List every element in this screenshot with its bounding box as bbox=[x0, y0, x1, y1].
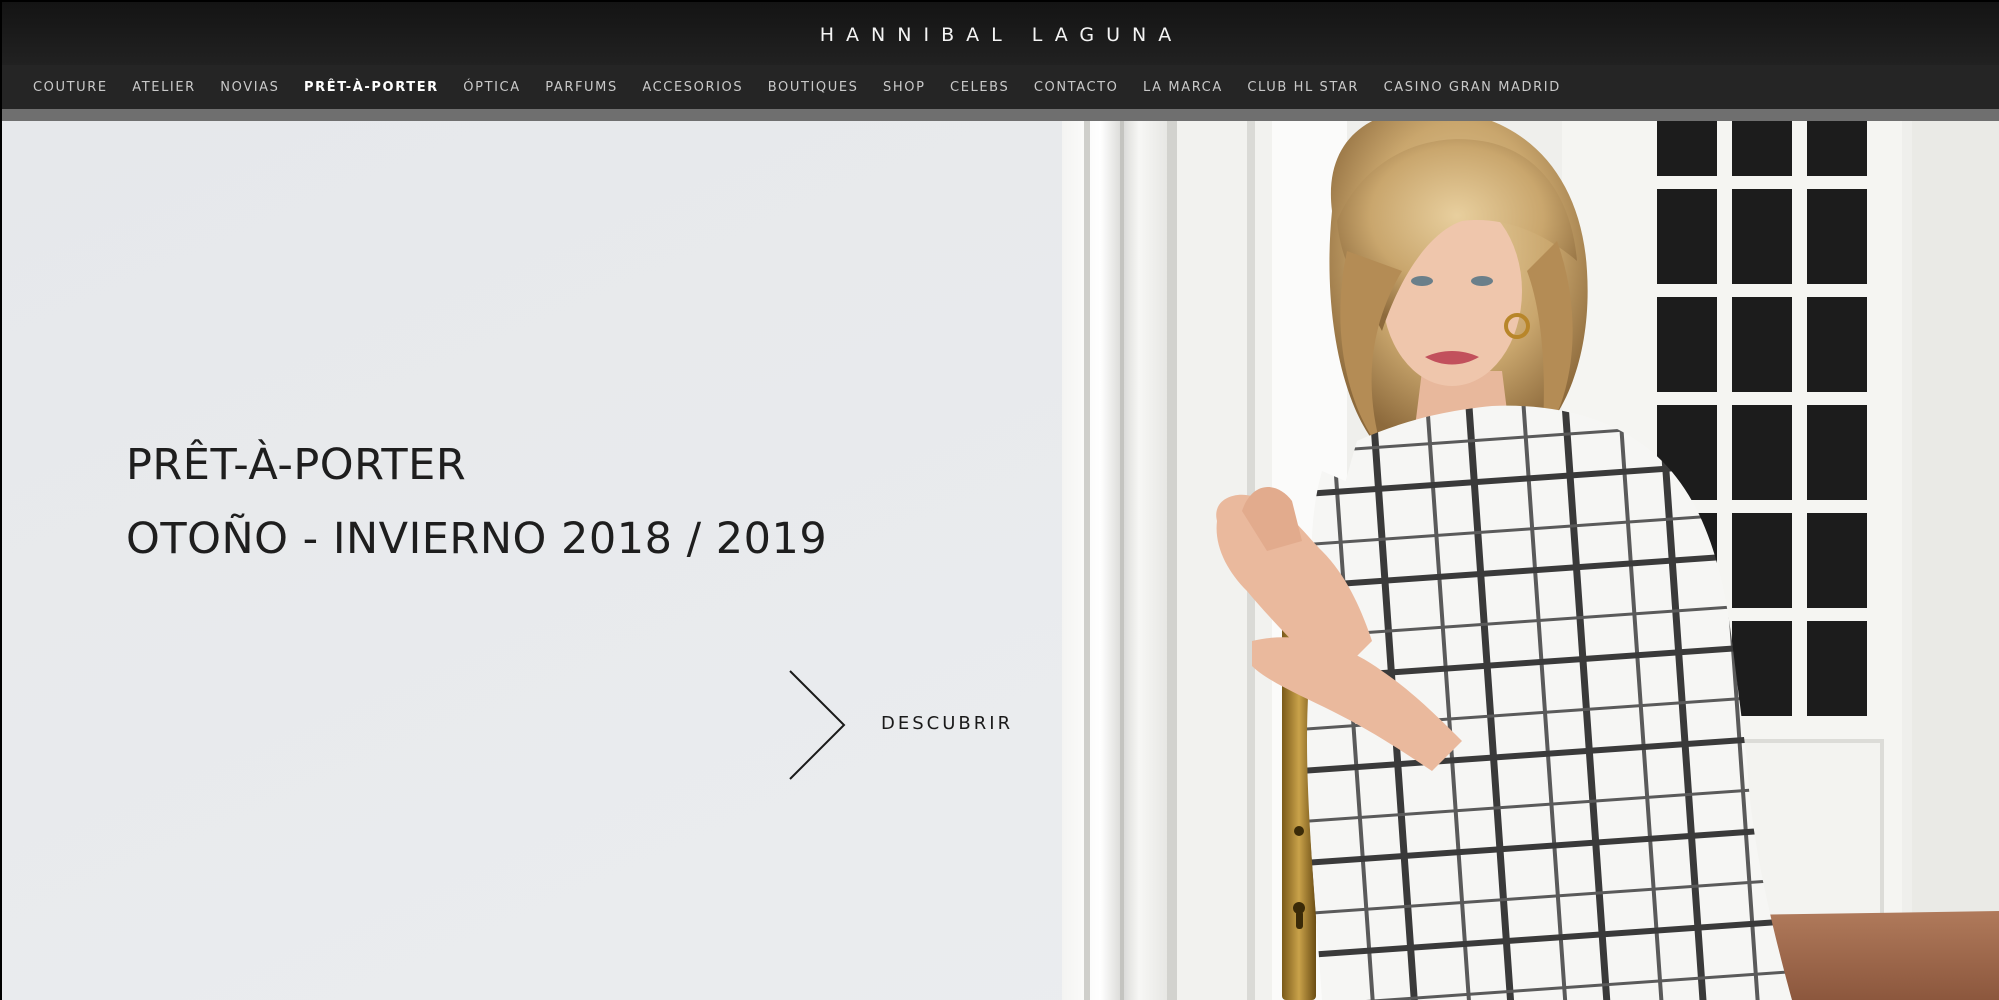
hero-banner[interactable]: PRÊT-À-PORTER OTOÑO - INVIERNO 2018 / 20… bbox=[0, 121, 1999, 1000]
nav-item-novias[interactable]: NOVIAS bbox=[220, 80, 279, 95]
descubrir-label: DESCUBRIR bbox=[881, 713, 1014, 734]
nav-item-optica[interactable]: ÓPTICA bbox=[463, 80, 520, 95]
hero-title-line-1: PRÊT-À-PORTER bbox=[126, 440, 467, 490]
nav-item-casino-gran-madrid[interactable]: CASINO GRAN MADRID bbox=[1384, 80, 1561, 95]
site-header: HANNIBAL LAGUNA bbox=[0, 0, 1999, 65]
main-navigation: COUTURE ATELIER NOVIAS PRÊT-À-PORTER ÓPT… bbox=[0, 65, 1999, 109]
nav-item-couture[interactable]: COUTURE bbox=[33, 80, 108, 95]
nav-item-contacto[interactable]: CONTACTO bbox=[1034, 80, 1119, 95]
nav-item-club-hl-star[interactable]: CLUB HL STAR bbox=[1247, 80, 1359, 95]
nav-item-celebs[interactable]: CELEBS bbox=[950, 80, 1009, 95]
hero-title-line-2: OTOÑO - INVIERNO 2018 / 2019 bbox=[126, 514, 828, 564]
nav-divider bbox=[0, 109, 1999, 121]
nav-item-shop[interactable]: SHOP bbox=[883, 80, 926, 95]
page: HANNIBAL LAGUNA COUTURE ATELIER NOVIAS P… bbox=[0, 0, 1999, 1000]
nav-item-parfums[interactable]: PARFUMS bbox=[545, 80, 618, 95]
nav-list: COUTURE ATELIER NOVIAS PRÊT-À-PORTER ÓPT… bbox=[33, 65, 1585, 109]
nav-item-accesorios[interactable]: ACCESORIOS bbox=[642, 80, 743, 95]
descubrir-link[interactable]: DESCUBRIR bbox=[788, 669, 1058, 781]
nav-item-la-marca[interactable]: LA MARCA bbox=[1143, 80, 1223, 95]
nav-item-pret-a-porter[interactable]: PRÊT-À-PORTER bbox=[304, 80, 439, 95]
brand-logo[interactable]: HANNIBAL LAGUNA bbox=[2, 24, 1999, 46]
nav-item-boutiques[interactable]: BOUTIQUES bbox=[768, 80, 859, 95]
nav-item-atelier[interactable]: ATELIER bbox=[132, 80, 196, 95]
chevron-right-icon bbox=[789, 670, 846, 780]
